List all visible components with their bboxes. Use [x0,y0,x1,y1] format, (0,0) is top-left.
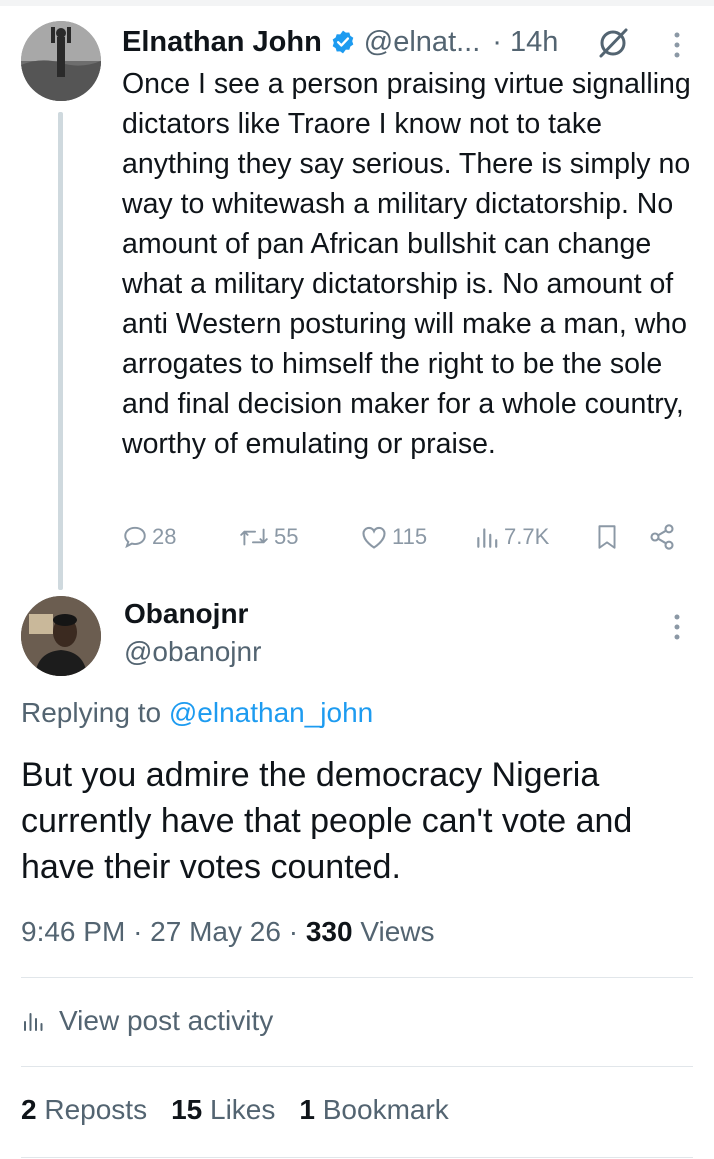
like-icon [362,526,386,549]
reply-action[interactable]: 28 [122,520,176,554]
bookmark-action[interactable] [594,520,620,554]
replying-to-mention[interactable]: @elnathan_john [169,697,373,728]
engagement-stats: 2 Reposts 15 Likes 1 Bookmark [21,1094,473,1126]
like-action[interactable]: 115 [360,520,427,554]
reply-icon [124,526,146,549]
parent-tweet-text: Once I see a person praising virtue sign… [122,68,691,460]
divider [21,977,693,978]
avatar-obanojnr[interactable] [21,596,101,676]
views-action[interactable]: 7.7K [474,520,549,554]
parent-tweet-actions: 28 55 115 7.7K [122,520,682,554]
more-vertical-icon[interactable] [672,30,682,60]
reply-views-count: 330 [305,916,353,947]
bookmark-icon [598,525,616,549]
verified-badge-icon [332,30,354,54]
share-action[interactable] [648,520,676,554]
repost-action[interactable]: 55 [238,520,298,554]
reposts-stat-label: Reposts [44,1094,148,1125]
parent-tweet-time[interactable]: · 14h [492,26,558,59]
views-count: 7.7K [504,524,550,549]
top-divider [0,0,714,6]
reposts-stat-count: 2 [21,1094,37,1125]
view-post-activity-link[interactable]: View post activity [21,1005,273,1037]
grok-icon[interactable] [596,26,630,60]
divider [21,1157,693,1158]
reply-date[interactable]: 27 May 26 [150,916,281,947]
thread-connector-line [58,112,63,590]
likes-stat[interactable]: 15 Likes [171,1094,275,1126]
likes-stat-label: Likes [210,1094,276,1125]
reply-tweet-text: But you admire the democracy Nigeria cur… [21,756,633,886]
avatar-elnathan-john[interactable] [21,21,101,101]
parent-tweet-time-value: 14h [510,25,559,58]
reposts-stat[interactable]: 2 Reposts [21,1094,147,1126]
meta-separator: · [133,916,151,947]
avatar-image [21,596,101,676]
reply-views-label: Views [360,916,435,947]
more-vertical-icon[interactable] [672,612,682,642]
meta-separator: · [288,916,306,947]
repost-icon [240,528,268,546]
bookmarks-stat-label: Bookmark [322,1094,449,1125]
reply-tweet-meta: 9:46 PM · 27 May 26 · 330 Views [21,916,435,948]
reply-author-name[interactable]: Obanojnr [124,598,248,630]
parent-author-name[interactable]: Elnathan John [122,26,322,59]
share-icon [650,524,674,550]
divider [21,1066,693,1067]
analytics-icon [24,1013,43,1031]
reply-author-handle[interactable]: @obanojnr [124,636,261,668]
likes-stat-count: 15 [171,1094,203,1125]
reply-count: 28 [152,524,177,549]
like-count: 115 [392,524,428,549]
repost-count: 55 [274,524,299,549]
reply-time[interactable]: 9:46 PM [21,916,125,947]
bookmarks-stat-count: 1 [299,1094,315,1125]
parent-author-handle[interactable]: @elnat... [364,26,481,59]
avatar-image [21,21,101,101]
replying-to-label: Replying to [21,697,162,728]
replying-to-line: Replying to @elnathan_john [21,697,373,729]
view-post-activity-label: View post activity [59,1005,274,1036]
parent-tweet-header: Elnathan John @elnat... · 14h [122,24,558,60]
views-icon [477,528,498,548]
bookmarks-stat[interactable]: 1 Bookmark [299,1094,448,1126]
